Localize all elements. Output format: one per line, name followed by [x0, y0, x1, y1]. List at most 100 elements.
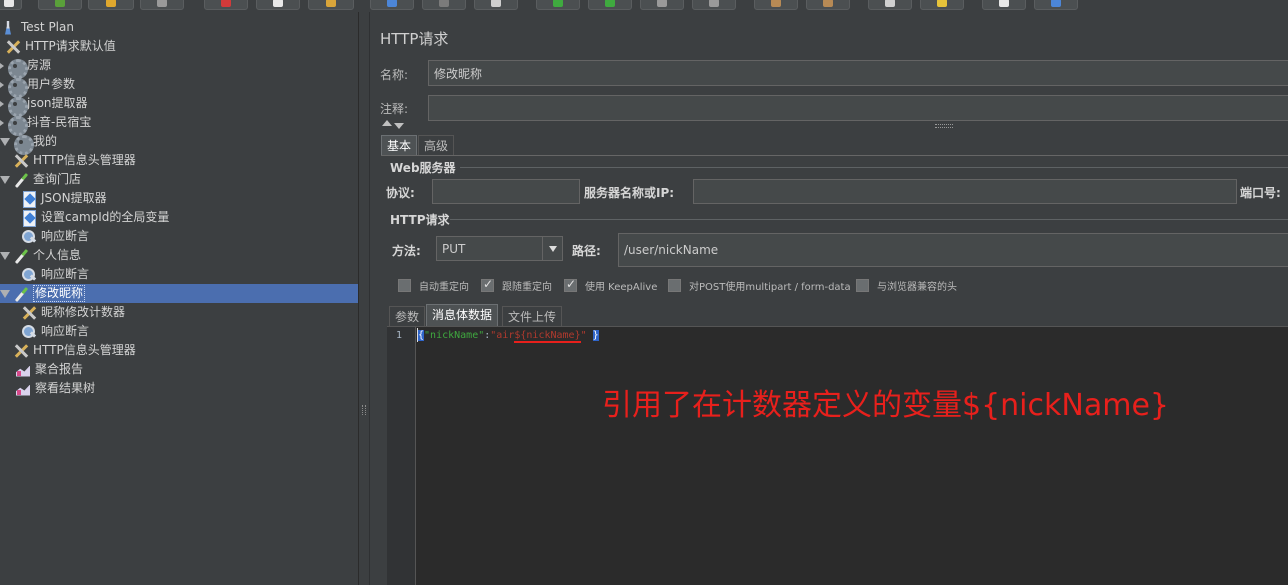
tree-item[interactable]: 我的: [0, 132, 57, 155]
tab-basic[interactable]: 基本: [381, 135, 418, 155]
tree-item[interactable]: 设置campId的全局变量: [0, 208, 169, 227]
tree-item[interactable]: json提取器: [0, 94, 88, 117]
tree-item[interactable]: 房源: [0, 56, 51, 79]
tree-item[interactable]: 聚合报告: [0, 360, 83, 379]
expanded-arrow-icon[interactable]: [0, 252, 10, 260]
start-no-pause-icon[interactable]: [588, 0, 632, 10]
tab-parameters[interactable]: 参数: [389, 306, 426, 326]
open-icon[interactable]: [88, 0, 134, 10]
tree-item-label: 个人信息: [33, 248, 82, 262]
copy-icon[interactable]: [256, 0, 300, 10]
tree-item[interactable]: Test Plan: [0, 18, 74, 37]
tree-item[interactable]: 察看结果树: [0, 379, 95, 398]
tree-item-label: HTTP请求默认值: [25, 39, 116, 53]
paste-icon[interactable]: [308, 0, 354, 10]
annotation-text: 引用了在计数器定义的变量${nickName}: [602, 388, 1169, 423]
splitter[interactable]: [358, 12, 369, 585]
chevron-down-icon[interactable]: [542, 237, 562, 260]
shutdown-icon[interactable]: [692, 0, 736, 10]
tree-item-label: 察看结果树: [35, 381, 96, 395]
new-icon[interactable]: [0, 0, 22, 10]
json-value-variable: ${nickName}: [514, 330, 581, 343]
expanded-arrow-icon[interactable]: [0, 176, 10, 184]
tree-item[interactable]: 响应断言: [0, 227, 89, 246]
tree-item[interactable]: 响应断言: [0, 265, 89, 284]
tab-body-data[interactable]: 消息体数据: [426, 304, 499, 326]
tree-item[interactable]: HTTP信息头管理器: [0, 341, 136, 360]
tree-item[interactable]: HTTP信息头管理器: [0, 151, 136, 170]
reset-search-icon[interactable]: [920, 0, 964, 10]
checkbox-auto-redirect-box[interactable]: [398, 279, 411, 292]
collapse-down-icon[interactable]: [394, 123, 404, 129]
expanded-arrow-icon[interactable]: [0, 290, 10, 298]
checkbox-browser-headers-box[interactable]: [856, 279, 869, 292]
checkbox-follow-redirect[interactable]: 跟随重定向: [481, 277, 552, 293]
tab-file-upload[interactable]: 文件上传: [502, 306, 563, 326]
tree-item[interactable]: JSON提取器: [0, 189, 107, 208]
stop-icon[interactable]: [640, 0, 684, 10]
collapse-icon[interactable]: [422, 0, 466, 10]
tree-item-label: JSON提取器: [41, 191, 107, 205]
clear-icon[interactable]: [754, 0, 798, 10]
path-label: 路径:: [572, 244, 601, 258]
tree-item[interactable]: 查询门店: [0, 170, 81, 189]
collapsed-arrow-icon[interactable]: [0, 119, 4, 126]
gear-icon: [6, 115, 28, 136]
magnifier-icon: [20, 229, 38, 245]
tree-item[interactable]: HTTP请求默认值: [0, 37, 116, 56]
method-select-value: PUT: [442, 241, 466, 256]
save-icon[interactable]: [140, 0, 184, 10]
method-select[interactable]: PUT: [436, 236, 563, 261]
json-value-suffix: ": [580, 330, 587, 341]
function-helper-icon[interactable]: [982, 0, 1026, 10]
cut-icon[interactable]: [204, 0, 248, 10]
checkbox-keepalive-box[interactable]: [564, 277, 577, 292]
resize-grip-icon[interactable]: [935, 124, 953, 128]
tree-item-label: 响应断言: [41, 267, 90, 281]
gear-icon: [6, 77, 28, 98]
comment-label: 注释:: [380, 102, 409, 116]
comment-field[interactable]: [428, 95, 1288, 121]
toolbar: [0, 0, 1288, 12]
server-field[interactable]: [693, 179, 1237, 204]
body-data-editor[interactable]: 1 {"nickName":"air${nickName}" }: [387, 326, 1288, 585]
tree-item[interactable]: 用户参数: [0, 75, 75, 98]
name-field[interactable]: 修改昵称: [428, 60, 1288, 86]
checkbox-auto-redirect[interactable]: 自动重定向: [398, 278, 469, 293]
checkbox-follow-redirect-label: 跟随重定向: [502, 282, 552, 293]
tree-item[interactable]: 响应断言: [0, 322, 89, 341]
tab-advanced[interactable]: 高级: [418, 135, 455, 155]
help-icon[interactable]: [1034, 0, 1078, 10]
clear-all-icon[interactable]: [806, 0, 850, 10]
collapsed-arrow-icon[interactable]: [0, 62, 4, 69]
expand-icon[interactable]: [370, 0, 414, 10]
port-label: 端口号:: [1240, 186, 1281, 200]
expanded-arrow-icon[interactable]: [0, 138, 10, 146]
protocol-label: 协议:: [386, 186, 415, 200]
template-icon[interactable]: [38, 0, 82, 10]
tree-item[interactable]: 抖音-民宿宝: [0, 113, 91, 136]
toggle-icon[interactable]: [474, 0, 518, 10]
tree-item-label: 响应断言: [41, 324, 90, 338]
http-request-group-title: HTTP请求: [390, 213, 450, 227]
checkbox-browser-headers-label: 与浏览器兼容的头: [877, 282, 957, 293]
collapsed-arrow-icon[interactable]: [0, 81, 4, 88]
pipette-icon: [12, 286, 30, 302]
checkbox-keepalive[interactable]: 使用 KeepAlive: [564, 277, 658, 293]
splitter-grip-icon[interactable]: [362, 405, 366, 415]
brace-close: }: [592, 330, 599, 341]
checkbox-keepalive-label: 使用 KeepAlive: [585, 282, 658, 293]
search-icon[interactable]: [868, 0, 912, 10]
tree-item[interactable]: 昵称修改计数器: [0, 303, 125, 322]
checkbox-follow-redirect-box[interactable]: [481, 277, 494, 292]
checkbox-multipart-box[interactable]: [668, 279, 681, 292]
collapse-up-icon[interactable]: [382, 120, 392, 126]
tree-item[interactable]: 个人信息: [0, 246, 81, 265]
tree-item[interactable]: 修改昵称: [0, 284, 358, 303]
checkbox-browser-headers[interactable]: 与浏览器兼容的头: [856, 278, 957, 293]
protocol-field[interactable]: [432, 179, 580, 204]
start-icon[interactable]: [536, 0, 580, 10]
checkbox-multipart[interactable]: 对POST使用multipart / form-data: [668, 278, 851, 293]
collapsed-arrow-icon[interactable]: [0, 100, 4, 107]
path-field[interactable]: /user/nickName: [618, 233, 1288, 267]
